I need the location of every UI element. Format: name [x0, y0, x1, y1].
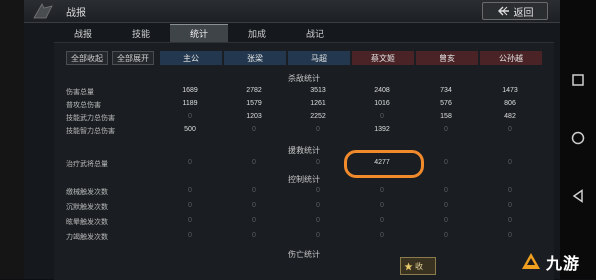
stat-cell: 0 [444, 202, 448, 209]
section-control-title: 控制统计 [288, 175, 320, 184]
stat-cell: 0 [188, 159, 192, 166]
back-button[interactable]: 返回 [482, 2, 548, 20]
stat-cell: 0 [316, 217, 320, 224]
watermark-logo: 九游 [518, 247, 594, 277]
expand-all-button[interactable]: 全部展开 [112, 51, 154, 65]
back-arrow-icon [497, 6, 509, 16]
left-edge [0, 0, 24, 279]
stat-cell: 1261 [310, 100, 326, 107]
stat-cell: 1579 [246, 100, 262, 107]
stat-cell: 806 [504, 100, 516, 107]
stat-cell: 0 [380, 187, 384, 194]
stat-cell: 0 [508, 159, 512, 166]
tab-stats[interactable]: 统计 [170, 24, 228, 42]
section-rescue-title: 援救统计 [288, 146, 320, 155]
stat-cell: 0 [316, 126, 320, 133]
player-header[interactable]: 曾亥 [416, 51, 478, 65]
stats-panel: 全部收起 全部展开 主公 张梁 马超 蔡文姬 曾亥 公孙越 杀敌统计 伤害总量 1… [54, 42, 554, 280]
back-label: 返回 [513, 7, 534, 19]
stat-cell: 0 [508, 187, 512, 194]
circle-icon[interactable] [570, 130, 586, 146]
stat-row-label: 力竭触发次数 [66, 234, 108, 241]
tab-bonus[interactable]: 加成 [228, 24, 286, 42]
stat-cell: 0 [316, 187, 320, 194]
stat-cell: 0 [380, 232, 384, 239]
section-kill-title: 杀敌统计 [288, 74, 320, 83]
collect-button[interactable]: 收 [400, 257, 436, 275]
stat-row-label: 沉默触发次数 [66, 204, 108, 211]
tab-skills[interactable]: 技能 [112, 24, 170, 42]
stat-cell: 0 [188, 217, 192, 224]
stat-cell: 1392 [374, 126, 390, 133]
stat-cell: 0 [188, 202, 192, 209]
stat-cell: 0 [252, 202, 256, 209]
collapse-all-button[interactable]: 全部收起 [66, 51, 108, 65]
stat-cell: 1189 [182, 100, 198, 107]
player-header[interactable]: 主公 [160, 51, 222, 65]
stat-cell: 3513 [310, 87, 326, 94]
square-icon[interactable] [570, 72, 586, 88]
stat-cell: 0 [508, 126, 512, 133]
stat-cell: 0 [316, 202, 320, 209]
emblem-icon [33, 3, 53, 19]
player-header[interactable]: 公孙越 [480, 51, 542, 65]
stat-cell: 734 [440, 87, 452, 94]
player-header[interactable]: 张梁 [224, 51, 286, 65]
stat-cell: 1689 [182, 87, 198, 94]
stat-cell: 2782 [246, 87, 262, 94]
stat-row-label: 治疗武将总量 [66, 161, 108, 168]
stat-cell: 1203 [246, 113, 262, 120]
stat-cell: 0 [380, 202, 384, 209]
stat-cell: 0 [508, 202, 512, 209]
tab-bar: 战报 技能 统计 加成 战记 [54, 24, 544, 42]
tab-report[interactable]: 战报 [54, 24, 112, 42]
stat-cell: 0 [316, 159, 320, 166]
game-window: 战报 返回 战报 技能 统计 加成 战记 全部收起 全部展开 主公 张梁 马超 … [24, 0, 560, 280]
player-header[interactable]: 蔡文姬 [352, 51, 414, 65]
stat-cell: 0 [444, 232, 448, 239]
stat-cell: 1473 [502, 87, 518, 94]
stat-row-label: 技能智力总伤害 [66, 128, 115, 135]
stat-cell: 158 [440, 113, 452, 120]
stat-cell: 0 [188, 113, 192, 120]
stat-cell: 0 [380, 113, 384, 120]
stat-cell: 0 [444, 217, 448, 224]
stat-cell: 0 [252, 187, 256, 194]
stat-cell: 2408 [374, 87, 390, 94]
stat-cell: 482 [504, 113, 516, 120]
stat-cell: 0 [188, 232, 192, 239]
stat-cell: 0 [380, 217, 384, 224]
stat-cell: 0 [252, 126, 256, 133]
android-nav-bar [560, 0, 596, 279]
stat-cell: 0 [252, 232, 256, 239]
stat-row-label: 技能武力总伤害 [66, 115, 115, 122]
stat-cell: 0 [316, 232, 320, 239]
triangle-back-icon[interactable] [570, 188, 586, 204]
section-death-title: 伤亡统计 [288, 250, 320, 259]
stat-row-label: 普攻总伤害 [66, 102, 101, 109]
highlight-circle [344, 150, 424, 178]
stat-cell: 500 [184, 126, 196, 133]
stat-cell: 0 [444, 187, 448, 194]
stat-cell: 0 [252, 159, 256, 166]
watermark-text: 九游 [546, 256, 581, 273]
star-icon [404, 261, 413, 270]
player-header[interactable]: 马超 [288, 51, 350, 65]
stat-cell: 1016 [374, 100, 390, 107]
tab-battle-log[interactable]: 战记 [286, 24, 344, 42]
stat-row-label: 眩晕触发次数 [66, 219, 108, 226]
stat-cell: 0 [444, 126, 448, 133]
stat-cell: 0 [444, 159, 448, 166]
stat-cell: 0 [188, 187, 192, 194]
stat-cell: 0 [508, 217, 512, 224]
stat-row-label: 伤害总量 [66, 89, 94, 96]
stat-cell: 576 [440, 100, 452, 107]
stat-cell: 0 [508, 232, 512, 239]
stat-cell: 2252 [310, 113, 326, 120]
stat-cell: 0 [252, 217, 256, 224]
jiuyou-logo-icon [522, 253, 540, 269]
top-bar: 战报 返回 [24, 0, 560, 23]
stat-row-label: 缴械触发次数 [66, 189, 108, 196]
page-title: 战报 [66, 8, 86, 19]
